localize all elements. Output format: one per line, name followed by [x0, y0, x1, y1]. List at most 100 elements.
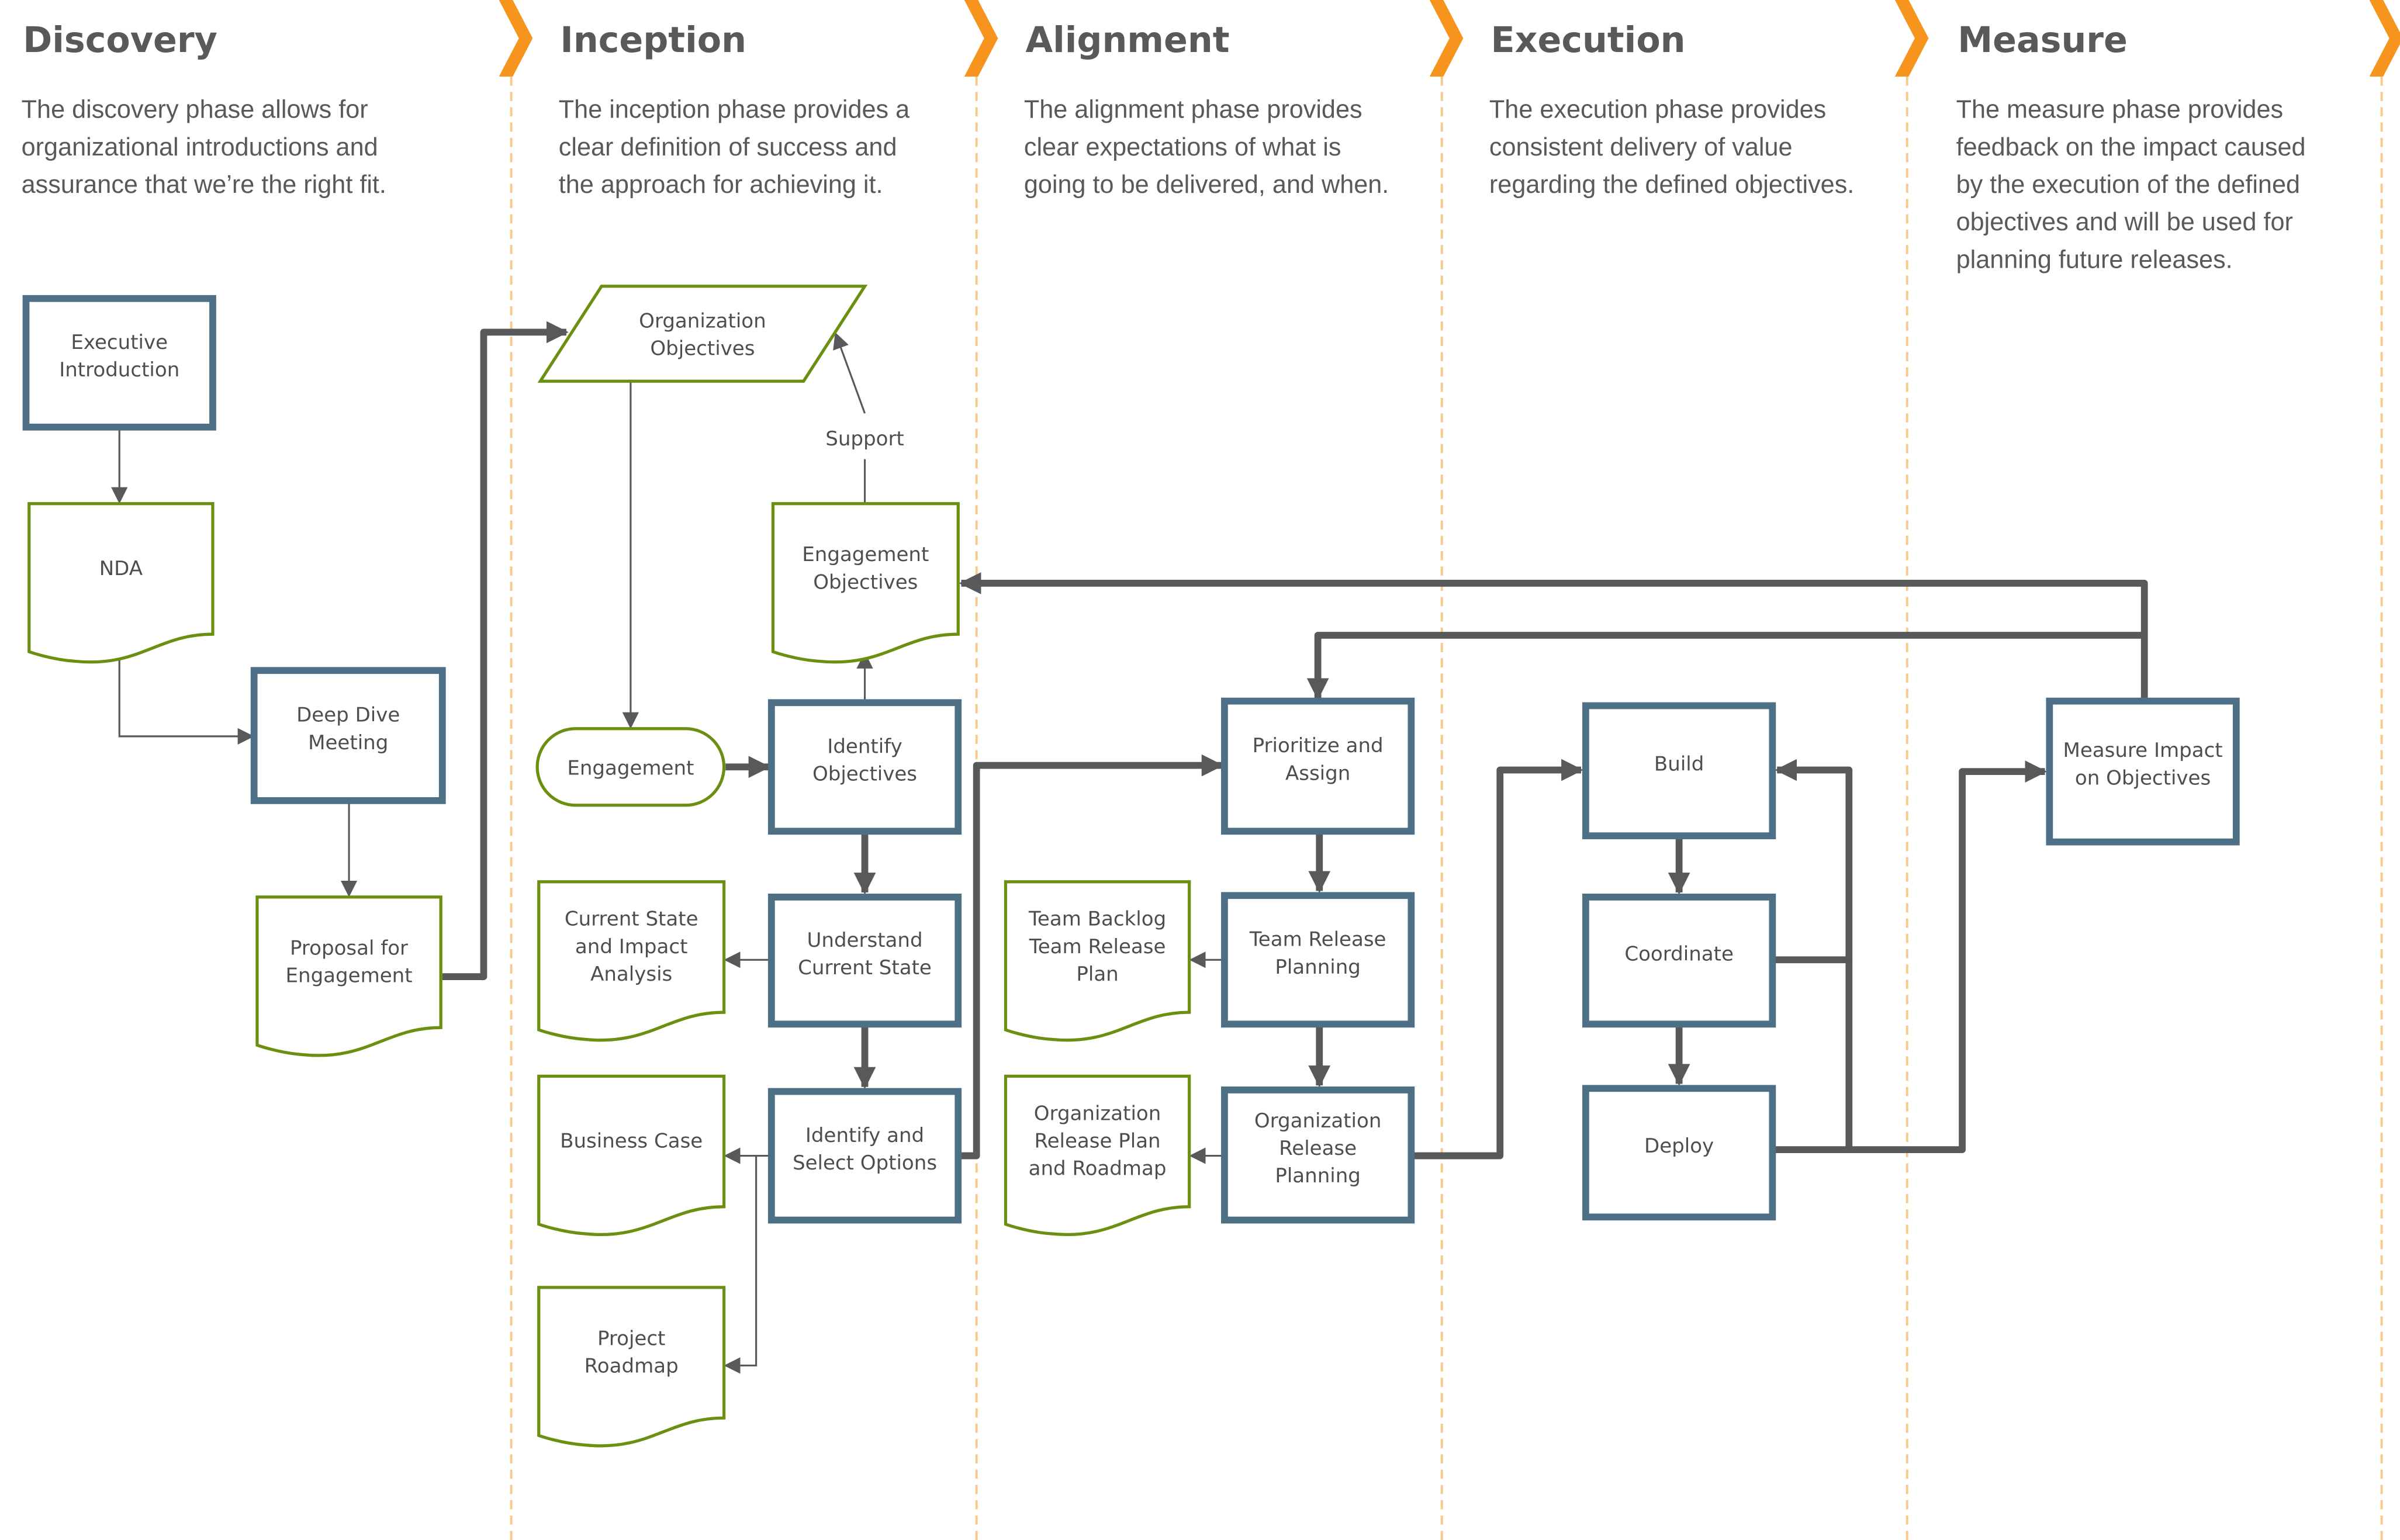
document-shape [1004, 880, 1191, 1042]
node-nda[interactable]: NDA [27, 502, 215, 664]
phase-description-line: The alignment phase provides [1024, 96, 1362, 124]
node-label: Identify and [805, 1124, 924, 1147]
node-label: Measure Impact [2063, 739, 2223, 762]
node-label: and Impact [575, 935, 688, 958]
connector-identify-select-options-to-project-roadmap [724, 1155, 758, 1374]
phase-description-line: objectives and will be used for [1956, 208, 2293, 236]
phase-description-line: The execution phase provides [1489, 96, 1826, 124]
document-shape [537, 880, 726, 1042]
phase-description-line: organizational introductions and [22, 133, 378, 161]
node-identify-objectives[interactable]: Identify Objectives [767, 699, 962, 835]
node-label: Analysis [590, 963, 672, 986]
node-label: Release [1279, 1137, 1357, 1160]
connector-org-release-planning-to-build [1412, 759, 1583, 1160]
phase-description-line: clear expectations of what is [1024, 133, 1341, 161]
node-label: NDA [99, 557, 143, 580]
node-engagement-objectives[interactable]: Engagement Objectives [771, 502, 960, 664]
node-label: Select Options [793, 1151, 937, 1175]
connector-deploy-to-measure-impact [1849, 760, 2048, 1153]
node-label: on Objectives [2075, 766, 2211, 790]
node-prioritize-assign[interactable]: Prioritize and Assign [1221, 697, 1415, 835]
node-label: Introduction [59, 358, 179, 382]
node-measure-impact[interactable]: Measure Impact on Objectives [2046, 697, 2240, 846]
phase-discovery: Discovery The discovery phase allows for o… [22, 20, 386, 199]
node-label: Meeting [308, 731, 388, 755]
node-label: Understand [807, 929, 922, 952]
node-organization-objectives[interactable]: Organization Objectives [537, 285, 868, 383]
chevron-right-icon [2369, 0, 2400, 77]
phase-description-line: the approach for achieving it. [559, 171, 883, 199]
node-org-release-planning[interactable]: Organization Release Planning [1221, 1086, 1415, 1224]
phase-description-line: The discovery phase allows for [22, 96, 368, 124]
node-label: Coordinate [1624, 943, 1734, 966]
node-label: Project [597, 1327, 665, 1350]
node-label: Planning [1275, 956, 1361, 979]
node-project-roadmap[interactable]: Project Roadmap [537, 1286, 726, 1448]
node-label: and Roadmap [1029, 1157, 1167, 1181]
phase-description-line: clear definition of success and [559, 133, 897, 161]
phase-description-line: going to be delivered, and when. [1024, 171, 1389, 199]
node-team-backlog-release-plan[interactable]: Team Backlog Team Release Plan [1004, 880, 1191, 1042]
node-label: Plan [1076, 963, 1118, 986]
node-label: Team Release [1029, 935, 1166, 958]
node-org-release-plan-roadmap[interactable]: Organization Release Plan and Roadmap [1004, 1074, 1191, 1236]
connector-deploy-to-build [1773, 960, 1853, 1153]
phase-alignment: Alignment The alignment phase provides cle… [1024, 20, 1389, 199]
node-identify-select-options[interactable]: Identify and Select Options [767, 1088, 962, 1224]
document-shape [27, 502, 215, 664]
node-label: Prioritize and [1253, 734, 1384, 757]
phase-headers: Discovery The discovery phase allows for o… [22, 20, 2306, 274]
node-label: Executive [71, 331, 168, 354]
chevron-right-icon [499, 0, 533, 77]
connector-proposal-for-engagement-to-organization-objectives [442, 321, 569, 980]
node-label: Release Plan [1034, 1129, 1160, 1153]
connector-engagement-objectives-to-organization-objectives [833, 332, 866, 414]
phase-inception: Inception The inception phase provides a c… [559, 20, 910, 199]
phase-measure: Measure The measure phase provides feedbac… [1956, 20, 2306, 274]
node-label: Organization [1254, 1109, 1382, 1133]
node-current-state-impact-analysis[interactable]: Current State and Impact Analysis [537, 880, 726, 1042]
node-label: Proposal for [290, 936, 408, 960]
node-label: Identify [827, 735, 902, 759]
node-label: Objectives [813, 570, 918, 594]
node-label: Deploy [1644, 1134, 1714, 1158]
node-label: Roadmap [585, 1354, 679, 1378]
phase-description-line: assurance that we’re the right fit. [22, 171, 386, 199]
phase-execution: Execution The execution phase provides con… [1489, 20, 1854, 199]
node-coordinate[interactable]: Coordinate [1582, 894, 1776, 1028]
node-understand-current-state[interactable]: Understand Current State [767, 894, 962, 1028]
phase-description-line: feedback on the impact caused [1956, 133, 2306, 161]
connector-measure-impact-to-engagement-objectives [959, 572, 2148, 700]
nodes: Executive Introduction NDA Deep Dive Meeting… [22, 285, 2240, 1448]
node-label: Engagement [286, 964, 413, 988]
node-label: Business Case [560, 1129, 703, 1153]
phase-description-line: consistent delivery of value [1489, 133, 1793, 161]
phase-title: Inception [560, 20, 746, 61]
chevron-right-icon [964, 0, 998, 77]
phase-title: Execution [1491, 20, 1686, 61]
node-label: Team Backlog [1028, 908, 1166, 931]
node-label: Organization [639, 310, 766, 333]
node-build[interactable]: Build [1582, 702, 1776, 840]
node-team-release-planning[interactable]: Team Release Planning [1221, 892, 1415, 1028]
phase-description-line: regarding the defined objectives. [1489, 171, 1854, 199]
node-label: Deep Dive [296, 704, 400, 727]
connector-label: Support [825, 427, 904, 451]
node-engagement[interactable]: Engagement [535, 727, 726, 807]
node-label: Current State [565, 908, 698, 931]
connector-coordinate-to-build [1773, 759, 1853, 964]
chevron-right-icon [1429, 0, 1464, 77]
node-deep-dive-meeting[interactable]: Deep Dive Meeting [250, 667, 446, 804]
node-business-case[interactable]: Business Case [537, 1074, 726, 1236]
data-shape [537, 285, 868, 383]
node-executive-introduction[interactable]: Executive Introduction [22, 295, 216, 431]
phase-title: Discovery [23, 20, 217, 61]
node-label: Current State [798, 956, 932, 980]
phase-title: Measure [1958, 20, 2128, 61]
phase-description-line: The measure phase provides [1956, 96, 2283, 124]
phase-flow-diagram: Discovery The discovery phase allows for o… [22, 0, 2400, 1540]
node-deploy[interactable]: Deploy [1582, 1085, 1776, 1221]
node-label: Objectives [650, 337, 755, 361]
node-proposal-for-engagement[interactable]: Proposal for Engagement [255, 895, 442, 1057]
phase-title: Alignment [1025, 20, 1229, 61]
